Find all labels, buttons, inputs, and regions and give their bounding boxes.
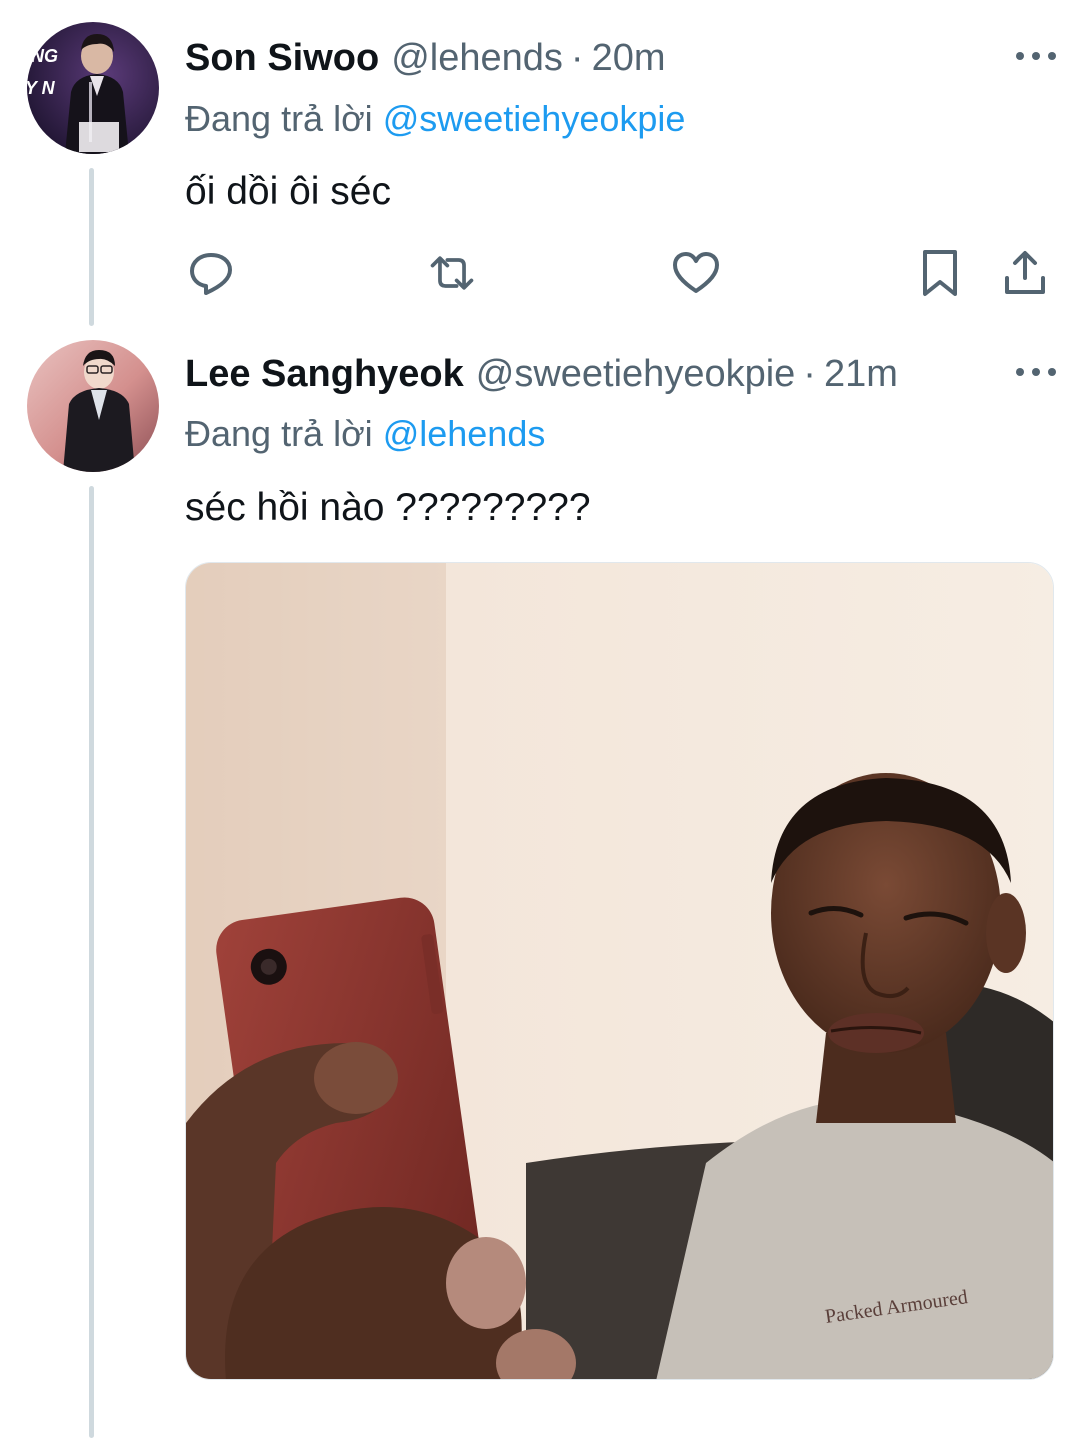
more-options-icon[interactable] — [1016, 366, 1056, 378]
tweet-actions — [185, 248, 1055, 298]
bookmark-icon — [923, 250, 957, 296]
share-button[interactable] — [1000, 248, 1050, 298]
svg-text:Y N: Y N — [27, 78, 56, 98]
timestamp[interactable]: 20m — [592, 35, 666, 81]
handle[interactable]: @sweetiehyeokpie — [476, 351, 796, 397]
reply-context: Đang trả lời @lehends — [185, 412, 545, 456]
display-name[interactable]: Son Siwoo — [185, 35, 379, 81]
share-icon — [1005, 251, 1045, 294]
reply-button[interactable] — [186, 248, 236, 298]
thread-line — [89, 168, 94, 326]
thread-line — [89, 486, 94, 1438]
more-options-icon[interactable] — [1016, 50, 1056, 62]
svg-text:NG: NG — [31, 46, 58, 66]
reply-mention-link[interactable]: @lehends — [383, 413, 546, 454]
timestamp[interactable]: 21m — [824, 351, 898, 397]
tweet-header: Lee Sanghyeok @sweetiehyeokpie · 21m — [185, 351, 898, 397]
separator-dot: · — [570, 37, 584, 79]
heart-icon — [673, 252, 719, 293]
bookmark-button[interactable] — [915, 248, 965, 298]
tweet-text: séc hồi nào ????????? — [185, 486, 591, 529]
reply-prefix: Đang trả lời — [185, 98, 373, 139]
retweet-icon — [430, 256, 474, 290]
avatar[interactable]: NG Y N — [27, 22, 159, 154]
reply-context: Đang trả lời @sweetiehyeokpie — [185, 97, 685, 141]
display-name[interactable]: Lee Sanghyeok — [185, 351, 464, 397]
reply-mention-link[interactable]: @sweetiehyeokpie — [383, 98, 686, 139]
separator-dot: · — [803, 353, 816, 395]
meme-photo: Packed Armoured — [186, 563, 1053, 1379]
tweet-text: ối dồi ôi séc — [185, 170, 391, 213]
reply-prefix: Đang trả lời — [185, 413, 373, 454]
speech-bubble-icon — [190, 253, 232, 295]
handle[interactable]: @lehends — [391, 35, 563, 81]
avatar[interactable] — [27, 340, 159, 472]
like-button[interactable] — [671, 248, 721, 298]
tweet-header: Son Siwoo @lehends · 20m — [185, 35, 665, 81]
tweet-photo[interactable]: Packed Armoured — [185, 562, 1054, 1380]
retweet-button[interactable] — [427, 248, 477, 298]
